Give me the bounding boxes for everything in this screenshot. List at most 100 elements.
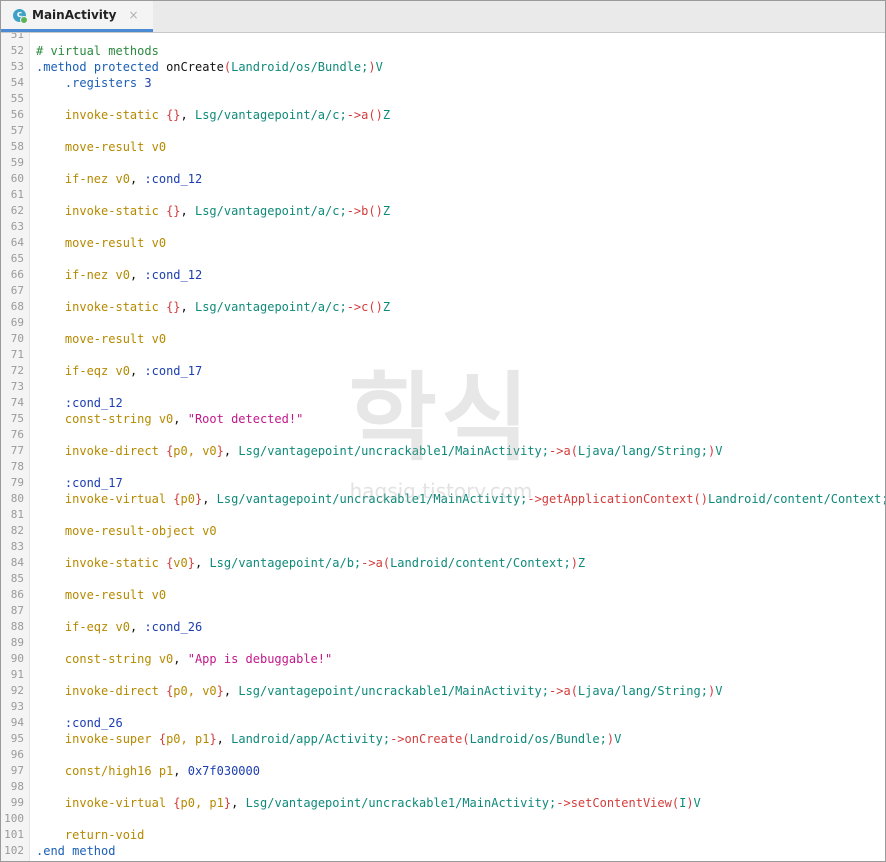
code-token: # virtual methods (36, 44, 159, 58)
code-token: ->a( (361, 556, 391, 570)
tab-mainactivity[interactable]: c MainActivity × (1, 1, 153, 32)
code-line[interactable]: 78 (1, 459, 885, 475)
code-token: V (715, 684, 723, 698)
code-token: Landroid/content/Context; (707, 492, 885, 506)
code-line[interactable]: 76 (1, 427, 885, 443)
code-token: p0, p1 (166, 732, 210, 746)
line-number: 76 (10, 428, 24, 441)
code-line[interactable]: 77 invoke-direct {p0, v0}, Lsg/vantagepo… (1, 443, 885, 459)
code-line[interactable]: 68 invoke-static {}, Lsg/vantagepoint/a/… (1, 299, 885, 315)
line-number: 67 (10, 284, 24, 297)
line-number: 65 (10, 252, 24, 265)
code-token: Landroid/os/Bundle; (469, 732, 607, 746)
code-text: return-void (36, 827, 144, 843)
code-line[interactable]: 56 invoke-static {}, Lsg/vantagepoint/a/… (1, 107, 885, 123)
line-number: 93 (10, 700, 24, 713)
code-token: Lsg/vantagepoint/uncrackable1/MainActivi… (245, 796, 557, 810)
code-line[interactable]: 64 move-result v0 (1, 235, 885, 251)
code-text: if-nez v0, :cond_12 (36, 267, 202, 283)
line-number: 70 (10, 332, 24, 345)
code-line[interactable]: 66 if-nez v0, :cond_12 (1, 267, 885, 283)
code-token: , (129, 172, 145, 186)
code-line[interactable]: 63 (1, 219, 885, 235)
code-line[interactable]: 101 return-void (1, 827, 885, 843)
code-token: , (180, 300, 195, 314)
code-line[interactable]: 52 # virtual methods (1, 43, 885, 59)
code-line[interactable]: 84 invoke-static {v0}, Lsg/vantagepoint/… (1, 555, 885, 571)
code-token: ) (606, 732, 615, 746)
code-line[interactable]: 55 (1, 91, 885, 107)
code-line[interactable]: 73 (1, 379, 885, 395)
code-token: return-void (64, 828, 145, 842)
code-line[interactable]: 80 invoke-virtual {p0}, Lsg/vantagepoint… (1, 491, 885, 507)
code-line[interactable]: 89 (1, 635, 885, 651)
close-icon[interactable]: × (128, 8, 138, 22)
code-line[interactable]: 92 invoke-direct {p0, v0}, Lsg/vantagepo… (1, 683, 885, 699)
line-number: 55 (10, 92, 24, 105)
code-token: Z (577, 556, 586, 570)
code-token: ->setContentView( (556, 796, 680, 810)
code-line[interactable]: 60 if-nez v0, :cond_12 (1, 171, 885, 187)
code-line[interactable]: 86 move-result v0 (1, 587, 885, 603)
tab-title: MainActivity (32, 8, 117, 22)
code-line[interactable]: 91 (1, 667, 885, 683)
code-token: move-result v0 (64, 236, 167, 250)
code-line[interactable]: 74 :cond_12 (1, 395, 885, 411)
code-token: if-nez v0 (64, 268, 130, 282)
code-line[interactable]: 58 move-result v0 (1, 139, 885, 155)
code-token: invoke-static (64, 300, 159, 314)
code-token: } (187, 556, 195, 570)
code-line[interactable]: 70 move-result v0 (1, 331, 885, 347)
code-line[interactable]: 93 (1, 699, 885, 715)
code-token: , (223, 684, 239, 698)
code-line[interactable]: 87 (1, 603, 885, 619)
code-line[interactable]: 85 (1, 571, 885, 587)
line-number: 98 (10, 780, 24, 793)
code-line[interactable]: 99 invoke-virtual {p0, p1}, Lsg/vantagep… (1, 795, 885, 811)
code-line[interactable]: 96 (1, 747, 885, 763)
code-line[interactable]: 98 (1, 779, 885, 795)
code-line[interactable]: 79 :cond_17 (1, 475, 885, 491)
code-token: Lsg/vantagepoint/uncrackable1/MainActivi… (238, 684, 550, 698)
line-number: 91 (10, 668, 24, 681)
code-line[interactable]: 59 (1, 155, 885, 171)
code-line[interactable]: 102 .end method (1, 843, 885, 859)
code-line[interactable]: 75 const-string v0, "Root detected!" (1, 411, 885, 427)
code-line[interactable]: 62 invoke-static {}, Lsg/vantagepoint/a/… (1, 203, 885, 219)
code-token: ->a() (346, 108, 383, 122)
code-token: 3 (144, 76, 152, 90)
code-text: if-nez v0, :cond_12 (36, 171, 202, 187)
code-line[interactable]: 82 move-result-object v0 (1, 523, 885, 539)
code-line[interactable]: 61 (1, 187, 885, 203)
code-line[interactable]: 51 (1, 33, 885, 43)
code-line[interactable]: 81 (1, 507, 885, 523)
code-line[interactable]: 72 if-eqz v0, :cond_17 (1, 363, 885, 379)
code-line[interactable]: 83 (1, 539, 885, 555)
line-number: 95 (10, 732, 24, 745)
code-token: Lsg/vantagepoint/a/c; (194, 108, 347, 122)
code-line[interactable]: 65 (1, 251, 885, 267)
line-number: 94 (10, 716, 24, 729)
code-token: , (223, 444, 239, 458)
code-line[interactable]: 94 :cond_26 (1, 715, 885, 731)
code-line[interactable]: 67 (1, 283, 885, 299)
code-editor[interactable]: 51 52 # virtual methods 53 .method protected… (1, 33, 885, 861)
code-line[interactable]: 71 (1, 347, 885, 363)
code-line[interactable]: 97 const/high16 p1, 0x7f030000 (1, 763, 885, 779)
code-line[interactable]: 88 if-eqz v0, :cond_26 (1, 619, 885, 635)
line-number: 51 (10, 33, 24, 41)
code-line[interactable]: 69 (1, 315, 885, 331)
code-line[interactable]: 95 invoke-super {p0, p1}, Landroid/app/A… (1, 731, 885, 747)
code-line[interactable]: 57 (1, 123, 885, 139)
line-number: 54 (10, 76, 24, 89)
code-line[interactable]: 90 const-string v0, "App is debuggable!" (1, 651, 885, 667)
code-token: Z (382, 108, 391, 122)
code-token: invoke-static (64, 204, 159, 218)
line-number: 59 (10, 156, 24, 169)
line-number: 86 (10, 588, 24, 601)
code-line[interactable]: 54 .registers 3 (1, 75, 885, 91)
line-number: 96 (10, 748, 24, 761)
code-line[interactable]: 100 (1, 811, 885, 827)
code-line[interactable]: 53 .method protected onCreate(Landroid/os… (1, 59, 885, 75)
